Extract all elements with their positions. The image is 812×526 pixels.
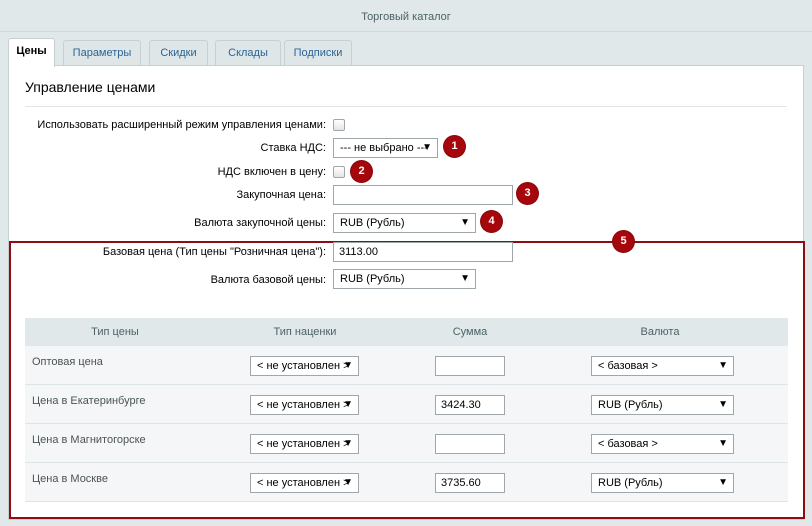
triangle-down-icon: ▼ — [718, 399, 728, 410]
triangle-down-icon: ▼ — [343, 477, 353, 488]
window-titlebar: Торговый каталог — [0, 0, 812, 32]
row-price-type: Оптовая цена — [32, 356, 103, 368]
vat-rate-select[interactable]: --- не выбрано --- ▼ — [333, 138, 438, 158]
extended-mode-label: Использовать расширенный режим управлени… — [37, 119, 326, 131]
triangle-down-icon: ▼ — [343, 438, 353, 449]
table-row: Цена в Екатеринбурге < не установлен > ▼… — [25, 385, 788, 424]
vat-included-label: НДС включен в цену: — [217, 166, 326, 178]
vat-rate-value: --- не выбрано --- — [340, 142, 428, 154]
purchase-price-input[interactable] — [333, 185, 513, 205]
currency-value: < базовая > — [598, 360, 658, 372]
currency-select[interactable]: RUB (Рубль) ▼ — [591, 473, 734, 493]
base-currency-label: Валюта базовой цены: — [210, 274, 326, 286]
triangle-down-icon: ▼ — [460, 217, 470, 228]
sum-input[interactable] — [435, 434, 505, 454]
badge-1: 1 — [444, 136, 465, 157]
triangle-down-icon: ▼ — [718, 438, 728, 449]
badge-5: 5 — [613, 231, 634, 252]
markup-value: < не установлен > — [257, 477, 350, 489]
section-title: Управление ценами — [25, 79, 156, 95]
triangle-down-icon: ▼ — [460, 273, 470, 284]
section-divider — [25, 106, 787, 107]
currency-select[interactable]: RUB (Рубль) ▼ — [591, 395, 734, 415]
purchase-currency-select[interactable]: RUB (Рубль) ▼ — [333, 213, 476, 233]
triangle-down-icon: ▼ — [343, 360, 353, 371]
tab-parameters[interactable]: Параметры — [63, 40, 141, 66]
header-currency: Валюта — [640, 326, 680, 338]
table-row: Оптовая цена < не установлен > ▼ < базов… — [25, 346, 788, 385]
vat-included-checkbox[interactable] — [333, 166, 345, 178]
markup-value: < не установлен > — [257, 399, 350, 411]
header-sum: Сумма — [452, 326, 488, 338]
tab-subscriptions[interactable]: Подписки — [284, 40, 352, 66]
row-price-type: Цена в Магнитогорске — [32, 434, 146, 446]
markup-select[interactable]: < не установлен > ▼ — [250, 434, 359, 454]
base-currency-value: RUB (Рубль) — [340, 273, 405, 285]
table-row: Цена в Магнитогорске < не установлен > ▼… — [25, 424, 788, 463]
badge-2: 2 — [351, 161, 372, 182]
tab-discounts[interactable]: Скидки — [149, 40, 208, 66]
sum-input[interactable] — [435, 356, 505, 376]
currency-value: RUB (Рубль) — [598, 399, 663, 411]
triangle-down-icon: ▼ — [422, 142, 432, 153]
currency-value: < базовая > — [598, 438, 658, 450]
currency-value: RUB (Рубль) — [598, 477, 663, 489]
purchase-currency-label: Валюта закупочной цены: — [194, 217, 326, 229]
tab-prices[interactable]: Цены — [8, 38, 55, 67]
triangle-down-icon: ▼ — [718, 477, 728, 488]
purchase-currency-value: RUB (Рубль) — [340, 217, 405, 229]
row-price-type: Цена в Екатеринбурге — [32, 395, 146, 407]
triangle-down-icon: ▼ — [718, 360, 728, 371]
vat-rate-label: Ставка НДС: — [260, 142, 326, 154]
table-header: Тип цены Тип наценки Сумма Валюта — [25, 318, 788, 346]
base-currency-select[interactable]: RUB (Рубль) ▼ — [333, 269, 476, 289]
header-markup-type: Тип наценки — [273, 326, 337, 338]
purchase-price-label: Закупочная цена: — [236, 189, 326, 201]
price-types-table: Тип цены Тип наценки Сумма Валюта Оптова… — [25, 318, 788, 502]
badge-3: 3 — [517, 183, 538, 204]
markup-select[interactable]: < не установлен > ▼ — [250, 356, 359, 376]
row-price-type: Цена в Москве — [32, 473, 108, 485]
markup-select[interactable]: < не установлен > ▼ — [250, 473, 359, 493]
triangle-down-icon: ▼ — [343, 399, 353, 410]
markup-select[interactable]: < не установлен > ▼ — [250, 395, 359, 415]
currency-select[interactable]: < базовая > ▼ — [591, 356, 734, 376]
base-price-label: Базовая цена (Тип цены "Розничная цена")… — [102, 246, 326, 258]
markup-value: < не установлен > — [257, 360, 350, 372]
header-price-type: Тип цены — [91, 326, 139, 338]
markup-value: < не установлен > — [257, 438, 350, 450]
table-row: Цена в Москве < не установлен > ▼ 3735.6… — [25, 463, 788, 502]
sum-input[interactable]: 3735.60 — [435, 473, 505, 493]
currency-select[interactable]: < базовая > ▼ — [591, 434, 734, 454]
window-title: Торговый каталог — [361, 11, 451, 23]
sum-input[interactable]: 3424.30 — [435, 395, 505, 415]
badge-4: 4 — [481, 211, 502, 232]
base-price-input[interactable]: 3113.00 — [333, 242, 513, 262]
extended-mode-checkbox[interactable] — [333, 119, 345, 131]
tab-warehouses[interactable]: Склады — [215, 40, 281, 66]
